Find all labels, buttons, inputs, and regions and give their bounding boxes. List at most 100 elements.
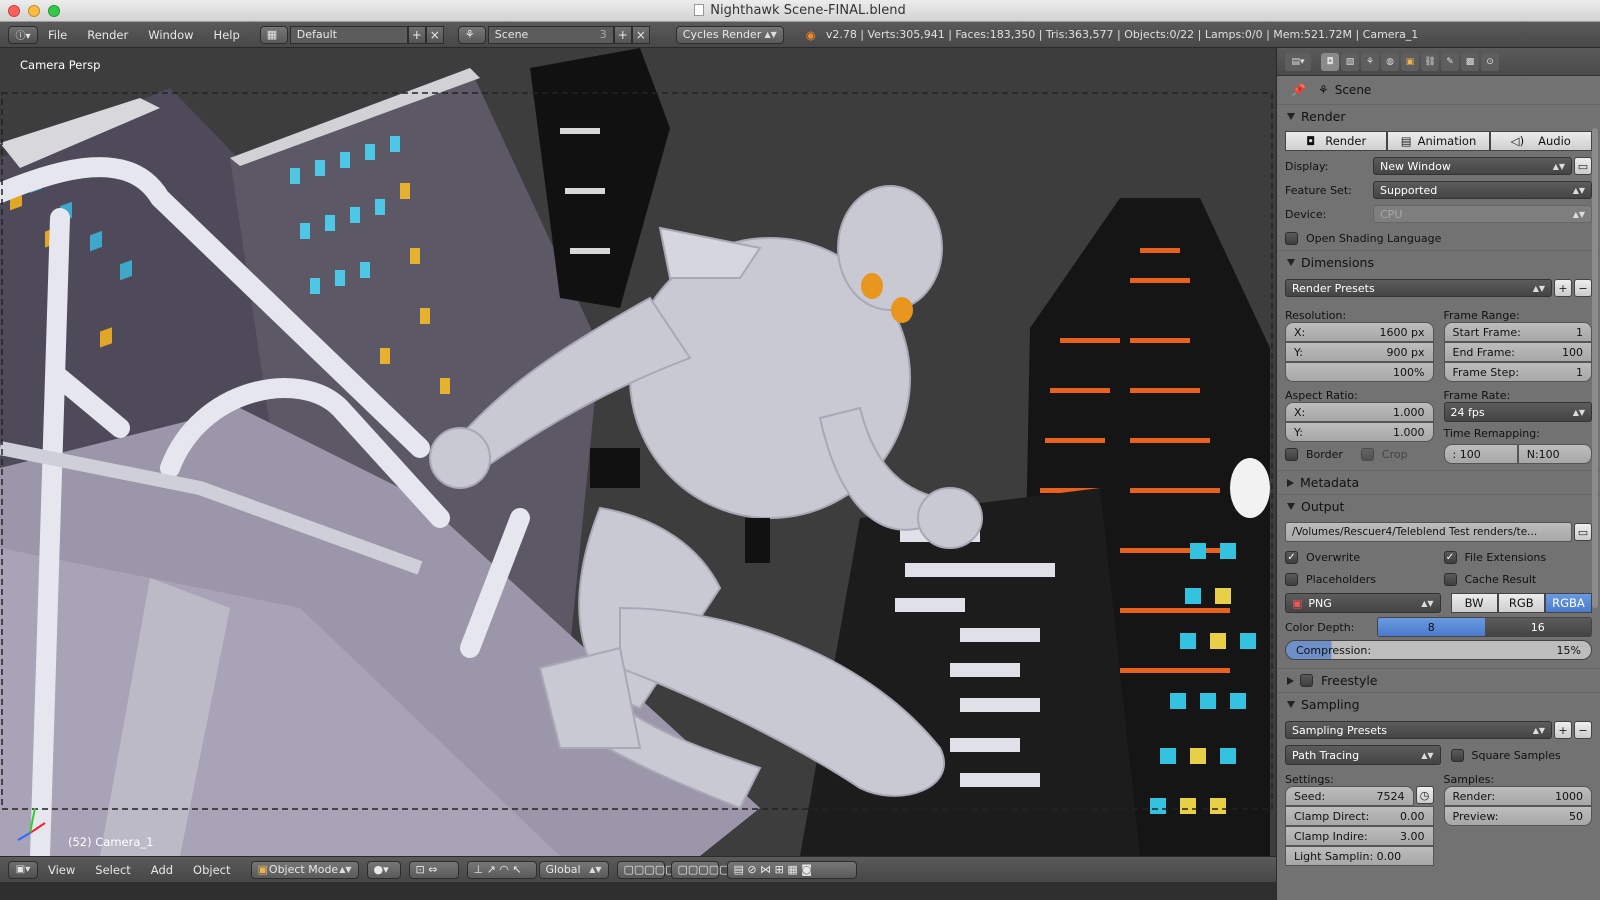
manipulator-buttons[interactable]: ⊥ ↗ ◠ ↖ [466, 860, 537, 879]
screen-layout-selector[interactable]: ▦ [259, 25, 288, 44]
color-rgb-button[interactable]: RGB [1497, 593, 1545, 613]
menu-object[interactable]: Object [193, 863, 230, 877]
border-checkbox[interactable] [1285, 447, 1298, 461]
overwrite-checkbox[interactable]: ✓ [1285, 550, 1298, 564]
freestyle-panel-header[interactable]: Freestyle [1277, 668, 1600, 692]
info-editor-type-button[interactable]: ⓘ▾ [8, 25, 38, 44]
menu-view[interactable]: View [48, 863, 75, 877]
tab-render-layers[interactable]: ▧ [1341, 52, 1359, 71]
square-samples-checkbox[interactable] [1450, 748, 1464, 762]
tab-render[interactable]: ◘ [1321, 52, 1339, 71]
render-button[interactable]: ◘ Render [1285, 131, 1388, 151]
scene-field[interactable]: Scene 3 [487, 25, 614, 44]
minimize-window-button[interactable] [28, 5, 40, 17]
interaction-mode-dropdown[interactable]: ▣ Object Mode ▲▼ [250, 860, 359, 879]
preview-samples-field[interactable]: Preview: 50 [1443, 806, 1592, 826]
start-frame-field[interactable]: Start Frame: 1 [1443, 322, 1592, 342]
menu-render[interactable]: Render [87, 28, 128, 42]
freestyle-checkbox[interactable] [1300, 674, 1313, 687]
add-layout-button[interactable]: + [407, 25, 426, 44]
resolution-y-field[interactable]: Y: 900 px [1285, 342, 1434, 362]
pivot-point-dropdown[interactable]: ⊡ ⇔ [408, 860, 459, 879]
tab-object[interactable]: ▣ [1401, 52, 1419, 71]
animation-button[interactable]: ▤ Animation [1387, 131, 1490, 151]
layer-buttons-2[interactable]: ▢▢▢▢▢ [670, 860, 729, 879]
zoom-window-button[interactable] [48, 5, 60, 17]
sampling-presets-dropdown[interactable]: Sampling Presets ▲▼ [1285, 721, 1552, 739]
end-frame-field[interactable]: End Frame: 100 [1443, 342, 1592, 362]
render-engine-dropdown[interactable]: Cycles Render ▲▼ [675, 25, 784, 44]
placeholders-checkbox[interactable] [1285, 572, 1298, 586]
scene-selector[interactable]: ⚘ [457, 25, 486, 44]
frame-step-field[interactable]: Frame Step: 1 [1443, 362, 1592, 382]
seed-field[interactable]: Seed: 7524 [1285, 786, 1414, 806]
output-path-field[interactable]: /Volumes/Rescuer4/Teleblend Test renders… [1285, 522, 1572, 542]
menu-file[interactable]: File [48, 28, 67, 42]
snap-and-render-tools[interactable]: ▤ ⊘ ⋈ ⊞ ▦ ◙ [726, 860, 857, 879]
tab-texture[interactable]: ▩ [1461, 52, 1479, 71]
sampling-panel-header[interactable]: Sampling [1277, 692, 1600, 716]
lock-interface-button[interactable]: ▭ [1574, 157, 1592, 175]
menu-window[interactable]: Window [148, 28, 193, 42]
add-sampling-preset-button[interactable]: + [1554, 721, 1572, 739]
audio-button[interactable]: ◁) Audio [1489, 131, 1592, 151]
time-remap-new-field[interactable]: N:100 [1517, 444, 1592, 464]
file-format-dropdown[interactable]: ▣ PNG ▲▼ [1285, 593, 1441, 613]
osl-checkbox[interactable] [1285, 231, 1298, 245]
integrator-dropdown[interactable]: Path Tracing ▲▼ [1285, 745, 1441, 765]
color-depth-8-button[interactable]: 8 [1378, 618, 1485, 636]
output-panel-header[interactable]: Output [1277, 494, 1600, 518]
render-panel-header[interactable]: Render [1277, 104, 1600, 128]
frame-rate-dropdown[interactable]: 24 fps ▲▼ [1443, 402, 1592, 422]
dimensions-panel-header[interactable]: Dimensions [1277, 250, 1600, 274]
tab-physics[interactable]: ⊙ [1481, 52, 1499, 71]
properties-scrollbar[interactable] [1592, 128, 1598, 608]
menu-help[interactable]: Help [214, 28, 240, 42]
aspect-x-field[interactable]: X: 1.000 [1285, 402, 1434, 422]
close-window-button[interactable] [8, 5, 20, 17]
properties-editor-type-button[interactable]: ▤▾ [1285, 52, 1311, 71]
tab-world[interactable]: ◍ [1381, 52, 1399, 71]
viewport-shading-dropdown[interactable]: ●▾ [366, 860, 401, 879]
menu-select[interactable]: Select [95, 863, 130, 877]
aspect-y-field[interactable]: Y: 1.000 [1285, 422, 1434, 442]
display-dropdown[interactable]: New Window ▲▼ [1373, 157, 1572, 175]
time-remap-old-field[interactable]: : 100 [1443, 444, 1518, 464]
screen-layout-field[interactable]: Default [289, 25, 408, 44]
3d-view-editor-type-button[interactable]: ▣▾ [8, 860, 38, 879]
delete-scene-button[interactable]: × [631, 25, 650, 44]
device-dropdown[interactable]: CPU ▲▼ [1373, 205, 1592, 223]
clamp-direct-field[interactable]: Clamp Direct: 0.00 [1285, 806, 1434, 826]
color-depth-toggle[interactable]: 8 16 [1377, 617, 1592, 637]
render-samples-field[interactable]: Render: 1000 [1443, 786, 1592, 806]
resolution-x-field[interactable]: X: 1600 px [1285, 322, 1434, 342]
cache-result-checkbox[interactable] [1443, 572, 1457, 586]
metadata-panel-header[interactable]: Metadata [1277, 470, 1600, 494]
animated-seed-button[interactable]: ◷ [1415, 786, 1434, 804]
color-bw-button[interactable]: BW [1450, 593, 1498, 613]
compression-slider[interactable]: Compression: 15% [1285, 640, 1592, 660]
light-sampling-field[interactable]: Light Samplin: 0.00 [1285, 846, 1434, 866]
tab-constraints[interactable]: ⛓ [1421, 52, 1439, 71]
layer-buttons-1[interactable]: ▢▢▢▢▢ [616, 860, 675, 879]
delete-layout-button[interactable]: × [425, 25, 444, 44]
crop-checkbox[interactable] [1360, 447, 1374, 461]
remove-render-preset-button[interactable]: − [1574, 279, 1592, 297]
clamp-indirect-field[interactable]: Clamp Indire: 3.00 [1285, 826, 1434, 846]
color-rgba-button[interactable]: RGBA [1544, 593, 1593, 613]
transform-orientation-dropdown[interactable]: Global ▲▼ [538, 860, 609, 879]
browse-output-button[interactable]: ▭ [1574, 523, 1592, 541]
3d-viewport[interactable]: Camera Persp (52) Camera_1 [0, 48, 1276, 856]
color-depth-16-button[interactable]: 16 [1484, 618, 1591, 636]
render-presets-dropdown[interactable]: Render Presets ▲▼ [1285, 279, 1552, 297]
tab-scene[interactable]: ⚘ [1361, 52, 1379, 71]
resolution-percentage-field[interactable]: 100% [1285, 362, 1434, 382]
tab-modifiers[interactable]: ✎ [1441, 52, 1459, 71]
menu-add[interactable]: Add [151, 863, 173, 877]
remove-sampling-preset-button[interactable]: − [1574, 721, 1592, 739]
file-extensions-checkbox[interactable]: ✓ [1443, 550, 1457, 564]
add-scene-button[interactable]: + [613, 25, 632, 44]
pin-icon[interactable]: 📌 [1291, 83, 1306, 97]
add-render-preset-button[interactable]: + [1554, 279, 1572, 297]
feature-set-dropdown[interactable]: Supported ▲▼ [1373, 181, 1592, 199]
